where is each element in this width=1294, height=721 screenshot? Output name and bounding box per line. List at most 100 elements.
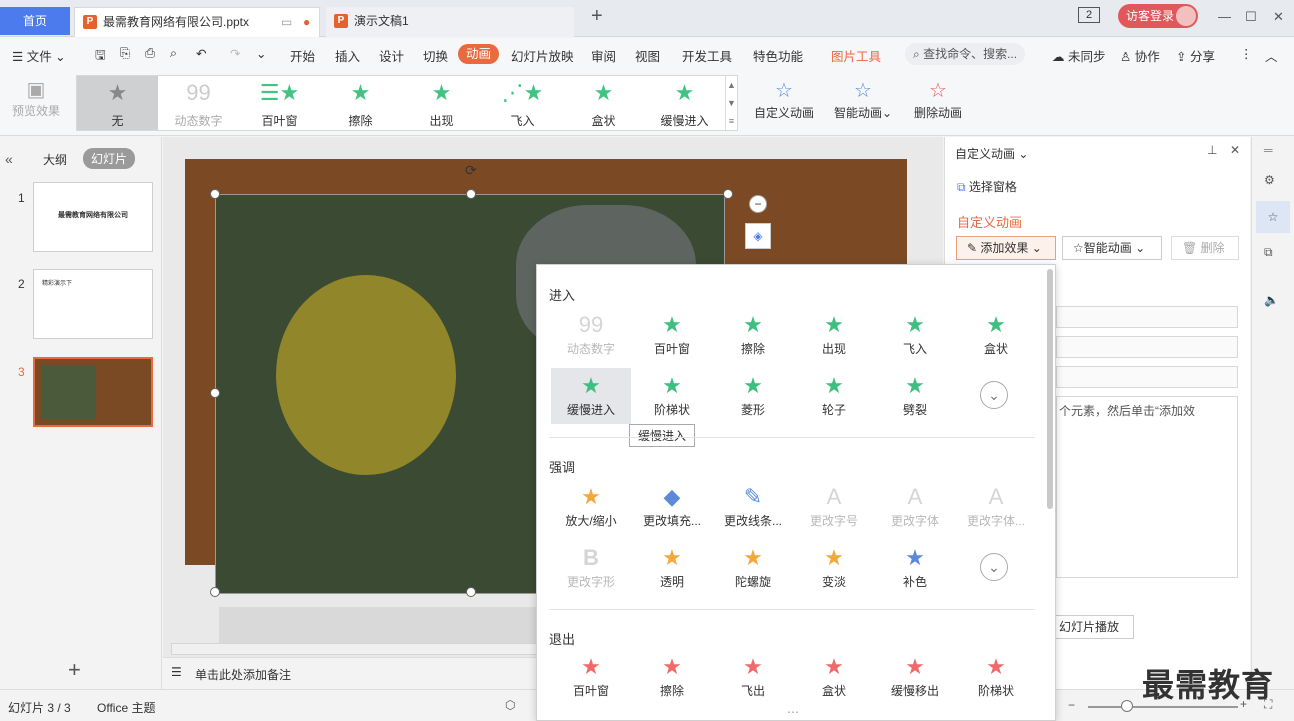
login-button[interactable]: 访客登录: [1118, 4, 1198, 28]
start-select[interactable]: [1056, 306, 1238, 328]
menu-lines-icon[interactable]: ═: [1264, 143, 1273, 157]
expand-enter-icon[interactable]: ⌄: [980, 381, 1008, 409]
monitor-icon[interactable]: ▭: [281, 8, 292, 36]
menu-animation[interactable]: 动画: [458, 44, 500, 64]
preview-effect-button[interactable]: ▣ 预览效果: [8, 78, 64, 119]
delete-effect-button[interactable]: 🗑 删除: [1171, 236, 1239, 260]
menu-slideshow[interactable]: 幻灯片放映: [511, 46, 574, 65]
smart-animation-button[interactable]: ☆ 智能动画⌄: [832, 78, 894, 121]
notes-area[interactable]: ☰ 单击此处添加备注: [163, 657, 536, 689]
cube-icon[interactable]: ⬡: [505, 698, 515, 712]
effect-change-font-color[interactable]: A 更改字体...: [956, 479, 1036, 535]
horizontal-scrollbar[interactable]: [171, 643, 537, 655]
gallery-item-fly-in[interactable]: ⋰★ 飞入: [482, 76, 563, 130]
effect-box[interactable]: ★ 盒状: [956, 307, 1036, 363]
file-menu[interactable]: ☰ 文件 ⌄: [12, 46, 66, 65]
transition-icon[interactable]: ⧉: [1264, 245, 1273, 260]
speed-select[interactable]: [1056, 366, 1238, 388]
add-tab-button[interactable]: +: [591, 5, 603, 28]
effect-fly-in[interactable]: ★ 飞入: [875, 307, 955, 363]
effect-fly-out[interactable]: ★ 飞出: [713, 649, 793, 705]
tab-second-document[interactable]: P 演示文稿1: [326, 7, 574, 37]
delete-animation-button[interactable]: ☆ 删除动画: [910, 78, 966, 121]
gallery-item-slow-enter[interactable]: ★ 缓慢进入: [644, 76, 725, 130]
tab-active-document[interactable]: P 最需教育网络有限公司.pptx ▭ ●: [74, 7, 320, 37]
effect-fade[interactable]: ★ 变淡: [794, 540, 874, 596]
select-pane-button[interactable]: ⧉ 选择窗格: [957, 178, 1017, 195]
menu-insert[interactable]: 插入: [335, 46, 360, 65]
collapse-ribbon-icon[interactable]: ︿: [1265, 46, 1278, 65]
effect-dynamic-number[interactable]: 99 动态数字: [551, 307, 631, 363]
custom-animation-button[interactable]: ☆ 自定义动画: [752, 78, 816, 121]
more-options-icon[interactable]: ⋮: [1240, 46, 1253, 61]
effect-diamond[interactable]: ★ 菱形: [713, 368, 793, 424]
effect-exit-box[interactable]: ★ 盒状: [794, 649, 874, 705]
animation-pane-icon[interactable]: ☆: [1256, 201, 1290, 233]
search-input[interactable]: ⌕ 查找命令、搜索...: [905, 43, 1025, 65]
slide-thumbnail-2[interactable]: 精彩演示下: [33, 269, 153, 339]
menu-design[interactable]: 设计: [379, 46, 404, 65]
print-icon[interactable]: ⎙: [145, 46, 155, 61]
resize-handle[interactable]: [210, 587, 220, 597]
effect-exit-blinds[interactable]: ★ 百叶窗: [551, 649, 631, 705]
gallery-scroll[interactable]: ▲ ▼ ≡: [725, 76, 737, 130]
effect-slow-enter[interactable]: ★ 缓慢进入: [551, 368, 631, 424]
sync-status[interactable]: ☁ 未同步: [1052, 46, 1106, 65]
slideshow-play-button[interactable]: 幻灯片播放: [1052, 615, 1134, 639]
tab-outline[interactable]: 大纲: [43, 151, 67, 168]
effect-wipe[interactable]: ★ 擦除: [713, 307, 793, 363]
collab-button[interactable]: ♙ 协作: [1120, 46, 1160, 65]
effect-change-font-style[interactable]: B 更改字形: [551, 540, 631, 596]
dropdown-scrollbar[interactable]: [1047, 269, 1053, 509]
collapse-left-pane-icon[interactable]: «: [5, 151, 13, 167]
save-icon[interactable]: 🖫: [95, 46, 106, 67]
slide-thumbnail-1[interactable]: 最需教育网络有限公司: [33, 182, 153, 252]
redo-icon[interactable]: ↷: [230, 46, 240, 61]
resize-handle[interactable]: [466, 587, 476, 597]
undo-icon[interactable]: ↶: [196, 46, 206, 61]
effect-wheel[interactable]: ★ 轮子: [794, 368, 874, 424]
window-count-badge[interactable]: 2: [1078, 7, 1100, 23]
gallery-item-appear[interactable]: ★ 出现: [401, 76, 482, 130]
effect-transparent[interactable]: ★ 透明: [632, 540, 712, 596]
zoom-slider-thumb[interactable]: [1121, 700, 1133, 712]
zoom-out-icon[interactable]: −: [749, 195, 767, 213]
gallery-item-none[interactable]: ★ 无: [77, 76, 158, 130]
effect-exit-stairs[interactable]: ★ 阶梯状: [956, 649, 1036, 705]
effect-change-font[interactable]: A 更改字体: [875, 479, 955, 535]
menu-home[interactable]: 开始: [290, 46, 315, 65]
menu-view[interactable]: 视图: [635, 46, 660, 65]
smart-animation-pane-button[interactable]: ☆智能动画 ⌄: [1062, 236, 1162, 260]
effect-change-line[interactable]: ✎ 更改线条...: [713, 479, 793, 535]
expand-emphasis-icon[interactable]: ⌄: [980, 553, 1008, 581]
settings-sliders-icon[interactable]: ⚙: [1264, 173, 1275, 187]
add-effect-button[interactable]: ✎ 添加效果 ⌄: [956, 236, 1056, 260]
print-preview-icon[interactable]: ⌕: [170, 46, 177, 61]
add-slide-button[interactable]: +: [68, 657, 81, 683]
gallery-item-blinds[interactable]: ☰★ 百叶窗: [239, 76, 320, 130]
slide-thumbnail-3[interactable]: [33, 357, 153, 427]
gallery-item-wipe[interactable]: ★ 擦除: [320, 76, 401, 130]
maximize-icon[interactable]: ☐: [1245, 9, 1257, 25]
gallery-item-dynamic-number[interactable]: 99 动态数字: [158, 76, 239, 130]
minimize-icon[interactable]: —: [1218, 9, 1231, 24]
resize-handle[interactable]: [210, 189, 220, 199]
resize-grip-icon[interactable]: ⋯: [787, 705, 799, 719]
zoom-slider[interactable]: [1088, 706, 1238, 708]
close-icon[interactable]: ✕: [1273, 9, 1284, 25]
resize-handle[interactable]: [210, 388, 220, 398]
theme-name[interactable]: Office 主题: [97, 699, 155, 716]
rotate-handle-icon[interactable]: ⟳: [465, 162, 477, 179]
effect-slow-exit[interactable]: ★ 缓慢移出: [875, 649, 955, 705]
gallery-item-box[interactable]: ★ 盒状: [563, 76, 644, 130]
menu-picture-tools[interactable]: 图片工具: [831, 46, 881, 65]
pin-icon[interactable]: ⊥: [1207, 143, 1217, 157]
effect-change-fill[interactable]: ◆ 更改填充...: [632, 479, 712, 535]
menu-review[interactable]: 审阅: [591, 46, 616, 65]
effect-appear[interactable]: ★ 出现: [794, 307, 874, 363]
menu-features[interactable]: 特色功能: [753, 46, 803, 65]
animation-list[interactable]: 个元素，然后单击“添加效: [1056, 396, 1238, 578]
export-icon[interactable]: ⎘: [120, 46, 130, 61]
home-tab[interactable]: 首页: [0, 7, 70, 35]
tab-slides[interactable]: 幻灯片: [83, 148, 136, 169]
